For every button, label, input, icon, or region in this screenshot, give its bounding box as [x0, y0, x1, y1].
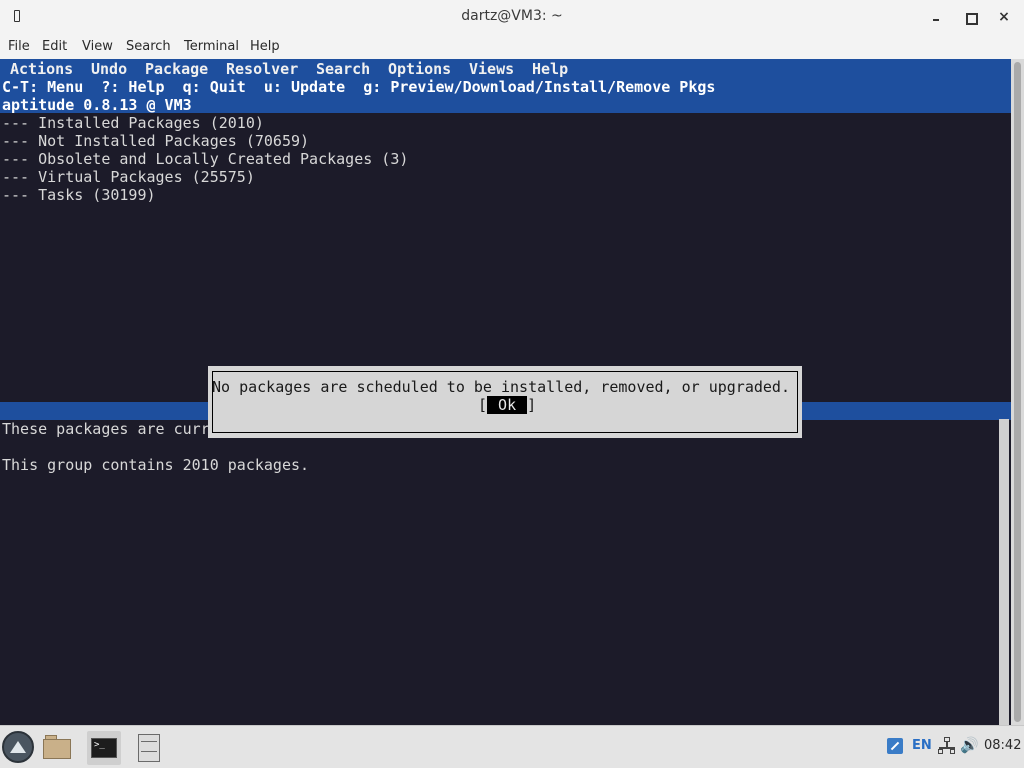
ok-bracket-right: ] — [527, 396, 537, 414]
apt-menu-undo[interactable]: Undo — [91, 60, 127, 78]
terminal-icon[interactable]: >_ — [87, 731, 121, 765]
apt-menu-actions[interactable]: Actions — [10, 60, 73, 78]
apt-menu-resolver[interactable]: Resolver — [226, 60, 298, 78]
group-count: This group contains 2010 packages. — [2, 456, 310, 474]
apt-menu-views[interactable]: Views — [469, 60, 514, 78]
terminal-scrollbar[interactable] — [999, 59, 1024, 725]
aptitude-menu-bar: Actions Undo Package Resolver Search Opt… — [0, 59, 1011, 114]
ok-bracket-left: [ — [478, 396, 488, 414]
apt-menu-help[interactable]: Help — [532, 60, 568, 78]
apt-menu-options[interactable]: Options — [388, 60, 451, 78]
dialog-message: No packages are scheduled to be installe… — [212, 378, 790, 396]
package-group-row[interactable]: --- Not Installed Packages (70659) — [2, 132, 309, 150]
window-titlebar: dartz@VM3: ~ × — [0, 0, 1024, 35]
clock[interactable]: 08:42 — [984, 738, 1021, 753]
package-group-row[interactable]: --- Virtual Packages (25575) — [2, 168, 255, 186]
terminal-menubar: File Edit View Search Terminal Help — [0, 35, 1024, 59]
terminal-prompt-glyph: >_ — [91, 738, 117, 758]
menu-edit[interactable]: Edit — [42, 39, 67, 54]
apt-keys-line: C-T: Menu ?: Help q: Quit u: Update g: P… — [2, 78, 716, 96]
cabinet-drawer-line — [141, 741, 157, 742]
file-manager-icon[interactable] — [41, 731, 75, 765]
taskbar: >_ EN 🔊 08:42 — [0, 725, 1024, 768]
menu-terminal[interactable]: Terminal — [184, 39, 239, 54]
file-cabinet-icon[interactable] — [132, 731, 166, 765]
close-button[interactable]: × — [995, 8, 1013, 26]
start-menu-icon[interactable] — [2, 731, 34, 763]
package-group-row[interactable]: --- Obsolete and Locally Created Package… — [2, 150, 408, 168]
apt-menu-search[interactable]: Search — [316, 60, 370, 78]
network-icon[interactable] — [938, 737, 956, 755]
package-group-row[interactable]: --- Installed Packages (2010) — [2, 114, 264, 132]
scrollbar-trough — [999, 419, 1009, 725]
info-dialog: No packages are scheduled to be installe… — [208, 366, 802, 438]
menu-view[interactable]: View — [82, 39, 113, 54]
maximize-button[interactable] — [961, 8, 979, 26]
apt-version-line: aptitude 0.8.13 @ VM3 — [2, 96, 192, 114]
dialog-ok-row: [ Ok ] — [478, 396, 536, 414]
pen-tool-icon[interactable] — [887, 738, 903, 754]
menu-search[interactable]: Search — [126, 39, 171, 54]
scrollbar-thumb[interactable] — [1014, 62, 1021, 722]
group-description: These packages are curr — [2, 420, 210, 438]
apt-menu-package[interactable]: Package — [145, 60, 208, 78]
folder-body-shape — [43, 739, 71, 759]
keyboard-language-indicator[interactable]: EN — [912, 738, 932, 753]
volume-icon[interactable]: 🔊 — [960, 736, 979, 754]
ok-button[interactable]: Ok — [487, 396, 528, 414]
cabinet-drawer-line — [141, 751, 157, 752]
cabinet-box-shape — [138, 734, 160, 762]
menu-help[interactable]: Help — [250, 39, 280, 54]
minimize-button[interactable] — [927, 8, 945, 26]
package-group-row[interactable]: --- Tasks (30199) — [2, 186, 156, 204]
window-title: dartz@VM3: ~ — [461, 8, 563, 24]
menu-file[interactable]: File — [8, 39, 30, 54]
